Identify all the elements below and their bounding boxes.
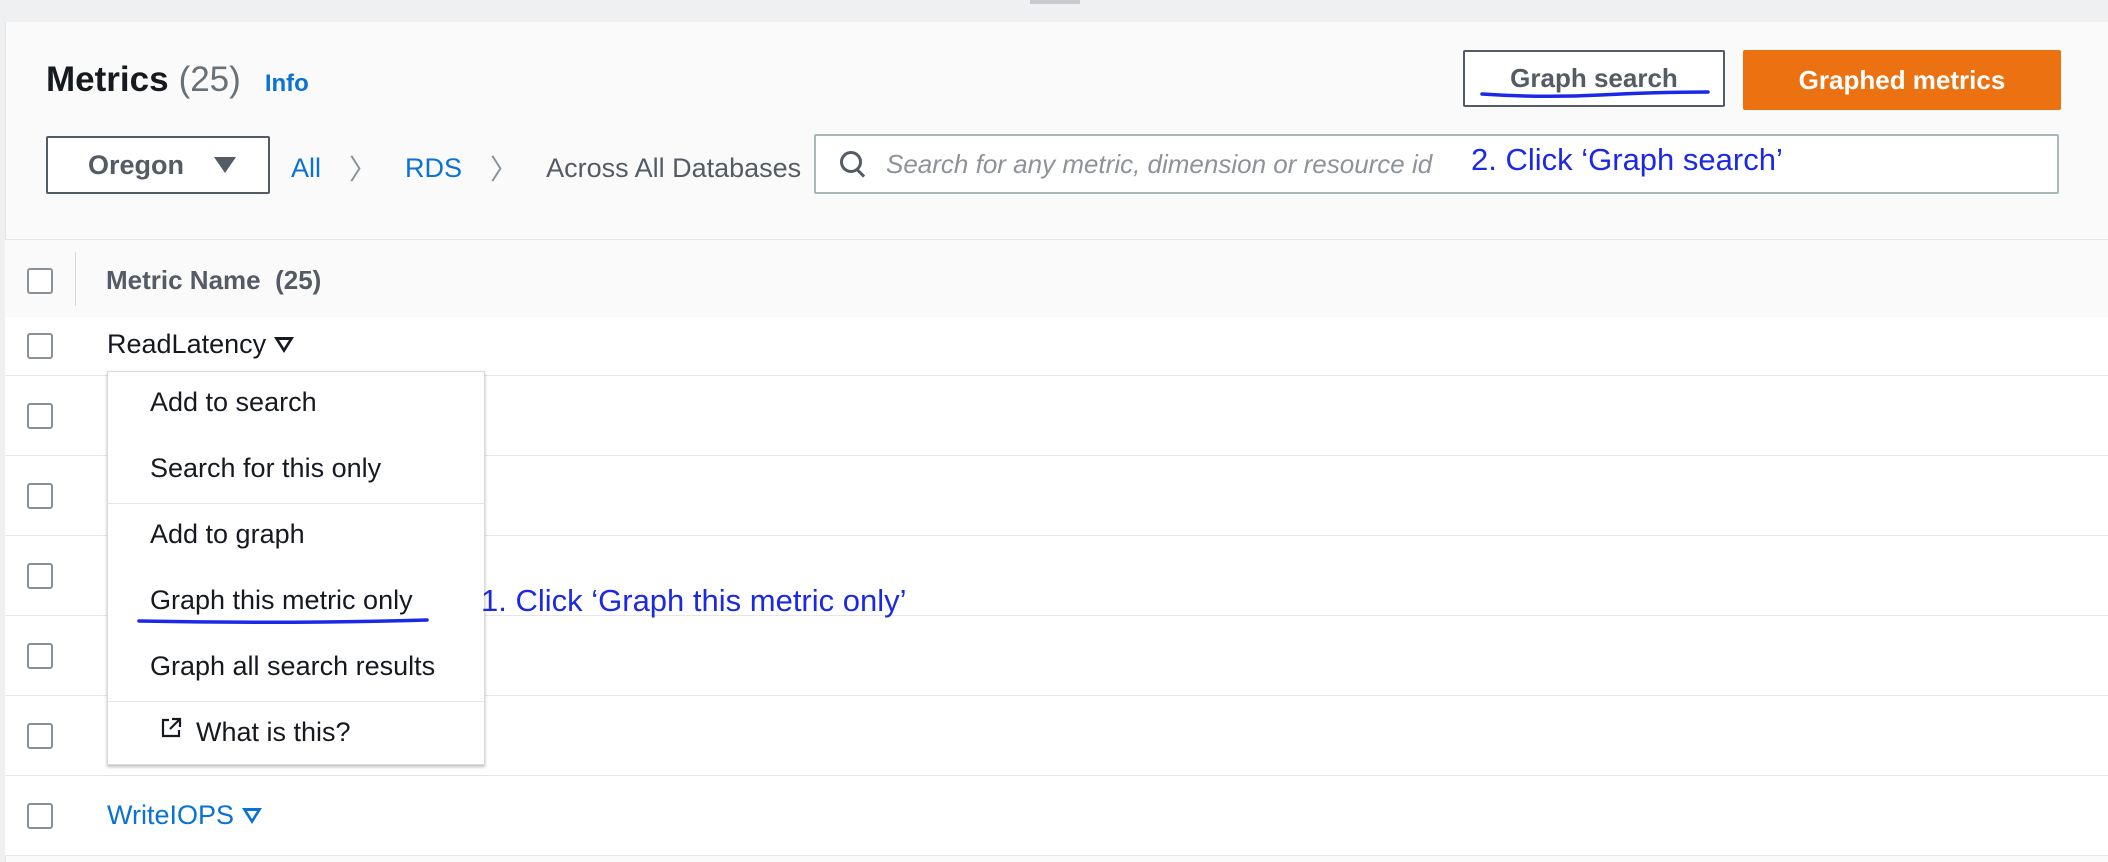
metrics-count: (25) <box>178 60 241 99</box>
menu-item-add-to-graph[interactable]: Add to graph <box>150 519 305 550</box>
table-row: ReadLatency <box>5 317 2108 376</box>
chevron-right-icon: 〉 <box>490 154 519 185</box>
select-all-checkbox[interactable] <box>27 268 53 294</box>
menu-item-search-for-this-only[interactable]: Search for this only <box>150 453 381 484</box>
search-input[interactable] <box>884 147 1448 181</box>
annotation-underline-graph-search <box>1480 90 1710 99</box>
menu-divider <box>108 701 484 702</box>
graphed-metrics-button[interactable]: Graphed metrics <box>1743 50 2061 110</box>
menu-item-graph-this-metric-only[interactable]: Graph this metric only <box>150 585 413 616</box>
row-checkbox[interactable] <box>27 403 53 429</box>
page-header: Metrics (25) Info <box>46 60 309 110</box>
row-checkbox[interactable] <box>27 483 53 509</box>
annotation-underline-graph-this-metric-only <box>137 618 429 625</box>
caret-down-icon <box>214 157 237 173</box>
region-select[interactable]: Oregon <box>46 136 270 194</box>
metric-name-readlatency[interactable]: ReadLatency <box>107 329 295 360</box>
chevron-right-icon: 〉 <box>349 154 378 185</box>
region-label: Oregon <box>88 149 185 180</box>
column-header-count: (25) <box>275 265 322 295</box>
table-header: Metric Name (25) <box>5 239 2108 318</box>
search-icon <box>838 149 868 179</box>
external-link-icon <box>161 717 182 738</box>
breadcrumb-rds[interactable]: RDS <box>405 153 462 184</box>
metric-context-menu: Add to search Search for this only Add t… <box>107 371 485 765</box>
metric-name-writeiops[interactable]: WriteIOPS <box>107 800 263 831</box>
annotation-step-2: 2. Click ‘Graph search’ <box>1471 142 1783 177</box>
column-header-metric-name[interactable]: Metric Name (25) <box>106 265 321 296</box>
annotation-step-1: 1. Click ‘Graph this metric only’ <box>481 583 907 618</box>
dropdown-triangle-icon[interactable] <box>242 807 263 824</box>
breadcrumb-all[interactable]: All <box>291 153 321 184</box>
breadcrumb-current: Across All Databases <box>546 152 802 183</box>
menu-divider <box>108 503 484 504</box>
row-checkbox[interactable] <box>27 643 53 669</box>
menu-item-graph-all-search-results[interactable]: Graph all search results <box>150 651 435 682</box>
row-checkbox[interactable] <box>27 803 53 829</box>
metric-label: WriteIOPS <box>107 800 235 830</box>
table-row: WriteIOPS <box>5 776 2108 856</box>
panel-resize-handle[interactable] <box>1030 0 1080 4</box>
row-checkbox[interactable] <box>27 563 53 589</box>
metric-label: ReadLatency <box>107 329 267 359</box>
column-divider <box>75 252 76 306</box>
row-checkbox[interactable] <box>27 333 53 359</box>
dropdown-triangle-icon[interactable] <box>274 336 295 353</box>
column-header-label: Metric Name <box>106 265 261 295</box>
menu-item-what-is-this[interactable]: What is this? <box>196 717 351 748</box>
row-checkbox[interactable] <box>27 723 53 749</box>
menu-item-add-to-search[interactable]: Add to search <box>150 387 317 418</box>
metric-search-box[interactable] <box>814 134 2059 194</box>
info-link[interactable]: Info <box>265 70 309 98</box>
breadcrumb: All 〉 RDS 〉 Across All Databases <box>291 148 801 188</box>
page-title: Metrics <box>46 60 169 99</box>
